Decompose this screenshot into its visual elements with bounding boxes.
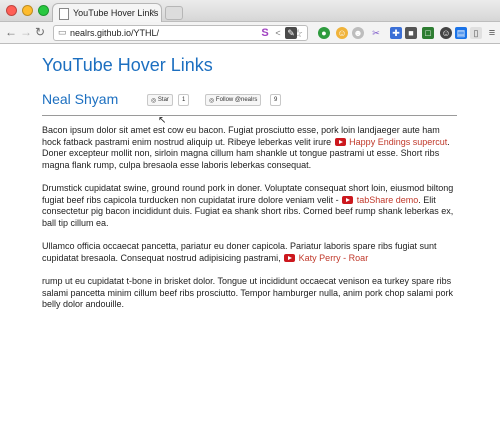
address-url[interactable]: nealrs.github.io/YTHL/ [70, 28, 159, 38]
github-follow-button[interactable]: ◎ Follow @nealrs [205, 94, 262, 106]
paragraph: Bacon ipsum dolor sit amet est cow eu ba… [42, 125, 460, 171]
close-window-button[interactable] [6, 5, 17, 16]
github-star-count[interactable]: 1 [178, 94, 190, 106]
title-bar: YouTube Hover Links × [0, 0, 500, 23]
menu-icon[interactable]: ≡ [486, 27, 498, 39]
author-name: Neal Shyam [42, 91, 119, 107]
new-tab-button[interactable] [165, 6, 183, 20]
github-follow-count[interactable]: 9 [270, 94, 282, 106]
header-divider [42, 115, 457, 116]
extension-doc-icon[interactable]: ▤ [455, 27, 467, 39]
extension-green-square-icon[interactable]: □ [422, 27, 434, 39]
youtube-icon [342, 195, 354, 204]
reload-icon[interactable]: ↻ [35, 25, 45, 39]
page-title: YouTube Hover Links [42, 55, 213, 75]
extension-face-icon[interactable]: ☻ [352, 27, 364, 39]
extension-puzzle-icon[interactable]: ✚ [390, 27, 402, 39]
paragraph: Ullamco officia occaecat pancetta, paria… [42, 241, 460, 264]
youtube-link[interactable]: Happy Endings supercut [349, 137, 447, 147]
tab-title: YouTube Hover Links [73, 8, 159, 18]
github-follow-label: Follow @nealrs [215, 97, 258, 103]
page-content: YouTube Hover Links Neal Shyam ◎ Star 1 … [0, 45, 500, 430]
extension-smile-icon[interactable]: ☺ [336, 27, 348, 39]
github-octocat-icon: ◎ [209, 97, 216, 104]
tab-close-icon[interactable]: × [150, 7, 156, 18]
github-star-button[interactable]: ◎ Star [147, 94, 173, 106]
github-octocat-icon: ◎ [151, 97, 158, 104]
browser-tab[interactable]: YouTube Hover Links × [52, 3, 162, 23]
back-arrow-icon[interactable]: ← [5, 25, 17, 39]
forward-arrow-icon[interactable]: → [20, 25, 32, 39]
browser-window: YouTube Hover Links × ← → ↻ ▭ nealrs.git… [0, 0, 500, 430]
share-icon[interactable]: < [272, 27, 284, 39]
extension-grey-icon[interactable]: ▯ [470, 27, 482, 39]
browser-toolbar: ← → ↻ ▭ nealrs.github.io/YTHL/ ☆ S < ✎ ●… [0, 22, 500, 44]
page-favicon-icon [59, 8, 69, 20]
extension-tool-icon[interactable]: ✂ [370, 27, 382, 39]
paragraph-text: Ullamco officia occaecat pancetta, paria… [42, 241, 437, 263]
minimize-window-button[interactable] [22, 5, 33, 16]
extension-green-icon[interactable]: ● [318, 27, 330, 39]
extension-s-icon[interactable]: S [259, 27, 271, 39]
youtube-link[interactable]: tabShare demo [357, 195, 419, 205]
extension-smiley-icon[interactable]: ☺ [440, 27, 452, 39]
github-star-label: Star [157, 97, 169, 103]
extension-pen-icon[interactable]: ✎ [285, 27, 297, 39]
extension-box-icon[interactable]: ■ [405, 27, 417, 39]
paragraph: Drumstick cupidatat swine, ground round … [42, 183, 460, 229]
page-info-icon: ▭ [58, 27, 67, 37]
youtube-icon [334, 137, 346, 146]
article-body: Bacon ipsum dolor sit amet est cow eu ba… [42, 125, 460, 323]
youtube-icon [284, 253, 296, 262]
paragraph: rump ut eu cupidatat t-bone in brisket d… [42, 276, 460, 311]
paragraph-text: rump ut eu cupidatat t-bone in brisket d… [42, 276, 454, 309]
youtube-link[interactable]: Katy Perry - Roar [299, 253, 369, 263]
maximize-window-button[interactable] [38, 5, 49, 16]
